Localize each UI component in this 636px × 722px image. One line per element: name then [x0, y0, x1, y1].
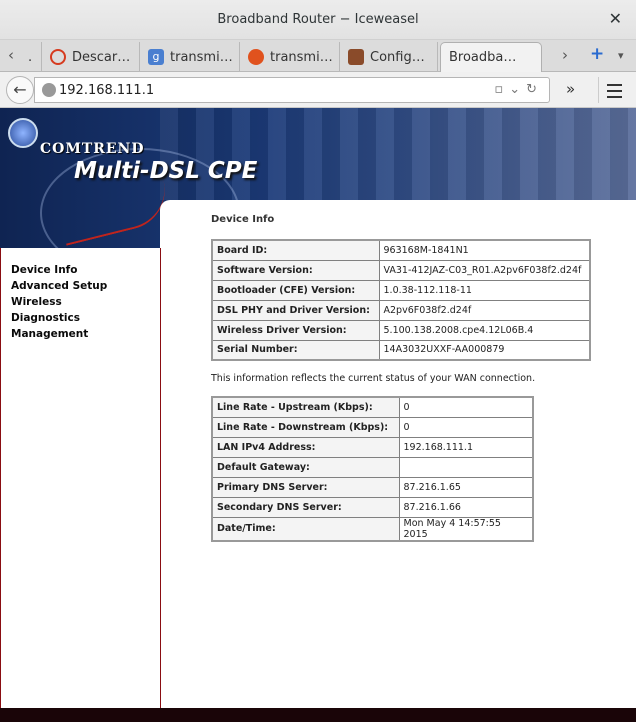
- row-key: Line Rate - Upstream (Kbps):: [211, 396, 400, 418]
- row-value: VA31-412JAZ-C03_R01.A2pv6F038f2.d24f: [378, 259, 591, 281]
- row-key: Line Rate - Downstream (Kbps):: [211, 416, 400, 438]
- table-row: Bootloader (CFE) Version: 1.0.38-112.118-…: [211, 279, 591, 301]
- back-button[interactable]: ←: [6, 76, 34, 104]
- tab-3[interactable]: Config…: [340, 42, 438, 72]
- tab-1[interactable]: g transmi…: [140, 42, 240, 72]
- row-value: 87.216.1.65: [398, 476, 534, 498]
- tab-label: transmi…: [170, 49, 233, 65]
- row-key: DSL PHY and Driver Version:: [211, 299, 380, 321]
- sidebar-item-wireless[interactable]: Wireless: [11, 294, 160, 310]
- table-row: Line Rate - Upstream (Kbps): 0: [211, 396, 534, 418]
- window-titlebar: Broadband Router − Iceweasel ✕: [0, 0, 636, 40]
- globe-icon: [42, 83, 56, 97]
- new-tab-icon[interactable]: +: [590, 44, 604, 64]
- row-key: Board ID:: [211, 239, 380, 261]
- arrow-left-icon: ←: [13, 80, 27, 99]
- url-bar[interactable]: 192.168.111.1 ▫⌄↻: [34, 77, 550, 103]
- row-value: Mon May 4 14:57:55 2015: [398, 516, 534, 541]
- wan-info-table: Line Rate - Upstream (Kbps): 0 Line Rate …: [211, 396, 534, 542]
- table-row: Default Gateway:: [211, 456, 534, 478]
- close-icon[interactable]: ✕: [609, 9, 622, 28]
- opera-icon: [50, 49, 66, 65]
- row-value: 963168M-1841N1: [378, 239, 591, 261]
- url-text: 192.168.111.1: [59, 83, 155, 98]
- table-row: Board ID: 963168M-1841N1: [211, 239, 591, 261]
- overflow-chevron-icon[interactable]: »: [566, 80, 575, 98]
- brand-name: COMTREND: [40, 141, 145, 157]
- row-key: Default Gateway:: [211, 456, 400, 478]
- row-value: 192.168.111.1: [398, 436, 534, 458]
- tab-label: transmi…: [270, 49, 333, 65]
- row-key: Serial Number:: [211, 339, 380, 361]
- page-icon[interactable]: ▫: [494, 82, 509, 97]
- dropdown-icon[interactable]: ⌄: [509, 82, 526, 97]
- table-row: LAN IPv4 Address: 192.168.111.1: [211, 436, 534, 458]
- reload-icon[interactable]: ↻: [526, 82, 543, 97]
- product-name: Multi-DSL CPE: [74, 158, 258, 184]
- table-row: Wireless Driver Version: 5.100.138.2008.c…: [211, 319, 591, 341]
- row-key: Primary DNS Server:: [211, 476, 400, 498]
- tab-label: Broadba…: [449, 50, 517, 65]
- tab-4[interactable]: Broadba…: [440, 42, 542, 72]
- table-row: Primary DNS Server: 87.216.1.65: [211, 476, 534, 498]
- row-value: 14A3032UXXF-AA000879: [378, 339, 591, 361]
- sidebar-item-management[interactable]: Management: [11, 326, 160, 342]
- row-key: LAN IPv4 Address:: [211, 436, 400, 458]
- tab-scroll-left-icon[interactable]: ‹: [8, 46, 14, 64]
- row-value: A2pv6F038f2.d24f: [378, 299, 591, 321]
- device-info-table: Board ID: 963168M-1841N1 Software Version…: [211, 239, 591, 361]
- tab-scroll-right-icon[interactable]: ›: [562, 46, 568, 64]
- table-row: Date/Time: Mon May 4 14:57:55 2015: [211, 516, 534, 541]
- tab-partial[interactable]: .: [24, 42, 42, 72]
- table-row: Serial Number: 14A3032UXXF-AA000879: [211, 339, 591, 361]
- tab-label: Config…: [370, 49, 425, 65]
- sidebar-item-diagnostics[interactable]: Diagnostics: [11, 310, 160, 326]
- row-value: [398, 456, 534, 478]
- row-value: 87.216.1.66: [398, 496, 534, 518]
- table-row: DSL PHY and Driver Version: A2pv6F038f2.d…: [211, 299, 591, 321]
- menu-button[interactable]: [598, 77, 630, 103]
- row-key: Wireless Driver Version:: [211, 319, 380, 341]
- duckduckgo-icon: [248, 49, 264, 65]
- tab-strip: ‹ . Descar… g transmi… transmi… Config… …: [0, 40, 636, 72]
- tab-label: Descar…: [72, 49, 131, 65]
- row-key: Bootloader (CFE) Version:: [211, 279, 380, 301]
- table-row: Secondary DNS Server: 87.216.1.66: [211, 496, 534, 518]
- row-value: 5.100.138.2008.cpe4.12L06B.4: [378, 319, 591, 341]
- bottom-bar: [0, 708, 636, 722]
- hamburger-icon: [607, 84, 622, 86]
- page-title: Device Info: [211, 214, 275, 225]
- row-key: Date/Time:: [211, 516, 400, 541]
- row-key: Secondary DNS Server:: [211, 496, 400, 518]
- tab-list-icon[interactable]: ▾: [618, 49, 624, 62]
- row-key: Software Version:: [211, 259, 380, 281]
- sidebar: Device Info Advanced Setup Wireless Diag…: [0, 248, 161, 708]
- row-value: 0: [398, 416, 534, 438]
- row-value: 0: [398, 396, 534, 418]
- table-row: Software Version: VA31-412JAZ-C03_R01.A2p…: [211, 259, 591, 281]
- navigation-bar: 192.168.111.1 ▫⌄↻ ← »: [0, 72, 636, 108]
- gear-icon: [348, 49, 364, 65]
- google-icon: g: [148, 49, 164, 65]
- sidebar-item-advanced-setup[interactable]: Advanced Setup: [11, 278, 160, 294]
- wan-status-note: This information reflects the current st…: [211, 373, 536, 384]
- comtrend-logo-icon: [8, 118, 38, 148]
- url-actions: ▫⌄↻: [494, 82, 543, 97]
- tab-0[interactable]: Descar…: [42, 42, 140, 72]
- row-value: 1.0.38-112.118-11: [378, 279, 591, 301]
- sidebar-item-device-info[interactable]: Device Info: [11, 262, 160, 278]
- tab-2[interactable]: transmi…: [240, 42, 340, 72]
- main-content: Device Info Board ID: 963168M-1841N1 Soft…: [211, 214, 621, 542]
- window-title: Broadband Router − Iceweasel: [217, 12, 419, 27]
- table-row: Line Rate - Downstream (Kbps): 0: [211, 416, 534, 438]
